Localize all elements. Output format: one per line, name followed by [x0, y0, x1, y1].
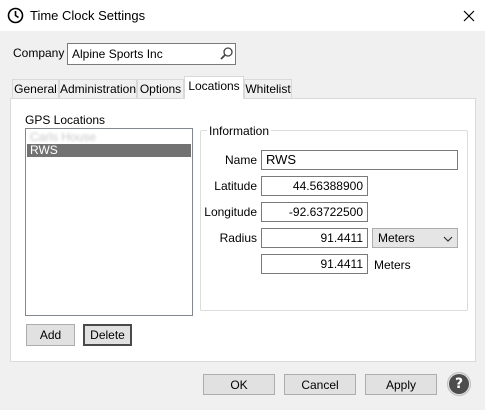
- latitude-label: Latitude: [214, 179, 257, 193]
- company-field[interactable]: Alpine Sports Inc: [67, 43, 236, 65]
- name-label: Name: [224, 153, 257, 167]
- help-icon: ?: [449, 374, 469, 394]
- radius-converted-unit: Meters: [374, 258, 411, 272]
- delete-button[interactable]: Delete: [83, 324, 132, 346]
- search-icon[interactable]: [219, 46, 234, 61]
- clock-icon: [7, 7, 24, 24]
- tab-administration[interactable]: Administration: [59, 79, 137, 98]
- radius-unit-value: Meters: [378, 231, 415, 245]
- ok-button[interactable]: OK: [203, 374, 275, 395]
- radius-unit-select[interactable]: Meters: [372, 228, 458, 248]
- gps-locations-list[interactable]: Carls House RWS: [25, 128, 193, 316]
- tab-general[interactable]: General: [12, 79, 59, 98]
- tab-options[interactable]: Options: [137, 79, 184, 98]
- apply-button[interactable]: Apply: [365, 374, 437, 395]
- company-label: Company: [13, 46, 65, 60]
- close-button[interactable]: [455, 2, 483, 29]
- help-button[interactable]: ?: [447, 372, 471, 396]
- tab-locations[interactable]: Locations: [184, 76, 244, 99]
- radius-field[interactable]: 91.4411: [261, 228, 368, 248]
- tab-label: Options: [139, 82, 182, 96]
- name-field[interactable]: RWS: [261, 150, 458, 170]
- chevron-down-icon: [443, 236, 453, 242]
- cancel-button[interactable]: Cancel: [284, 374, 356, 395]
- add-button[interactable]: Add: [26, 324, 75, 346]
- close-icon: [463, 10, 475, 21]
- tab-label: General: [14, 82, 57, 96]
- list-item-selected[interactable]: RWS: [27, 144, 191, 157]
- tab-label: Administration: [60, 82, 137, 96]
- tab-label: Locations: [188, 79, 240, 93]
- longitude-field[interactable]: -92.63722500: [261, 202, 368, 222]
- gps-locations-label: GPS Locations: [25, 113, 106, 127]
- tab-whitelist[interactable]: Whitelist: [244, 79, 292, 98]
- tab-label: Whitelist: [245, 82, 291, 96]
- radius-label: Radius: [219, 231, 257, 245]
- information-legend: Information: [207, 124, 272, 138]
- latitude-field[interactable]: 44.56388900: [261, 176, 368, 196]
- longitude-label: Longitude: [204, 205, 257, 219]
- window-title: Time Clock Settings: [30, 8, 146, 23]
- radius-converted-field: 91.4411: [261, 254, 368, 274]
